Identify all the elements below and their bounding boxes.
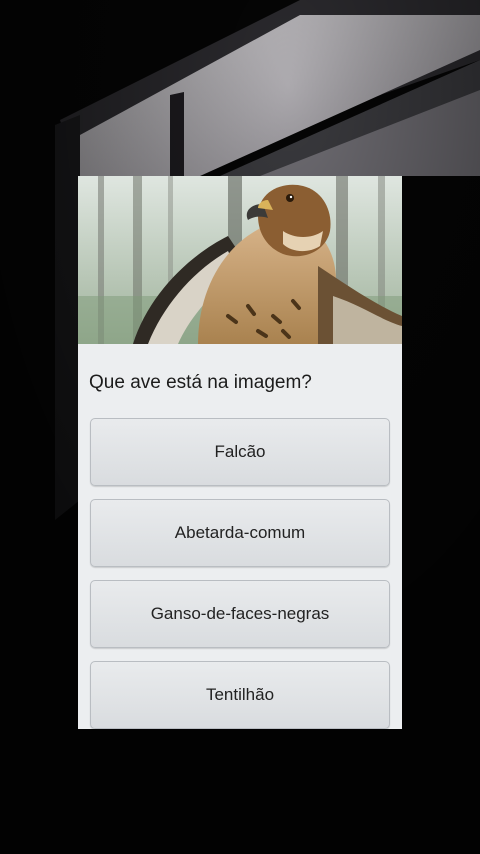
answer-button-1[interactable]: Falcão <box>90 418 390 486</box>
quiz-card: Que ave está na imagem? Falcão Abetarda-… <box>78 176 402 729</box>
question-text: Que ave está na imagem? <box>89 372 312 393</box>
answer-button-4[interactable]: Tentilhão <box>90 661 390 729</box>
answer-list: Falcão Abetarda-comum Ganso-de-faces-neg… <box>90 418 390 729</box>
answer-button-2[interactable]: Abetarda-comum <box>90 499 390 567</box>
app-screen: Que ave está na imagem? Falcão Abetarda-… <box>0 0 480 854</box>
answer-button-3[interactable]: Ganso-de-faces-negras <box>90 580 390 648</box>
bird-image <box>78 176 402 344</box>
